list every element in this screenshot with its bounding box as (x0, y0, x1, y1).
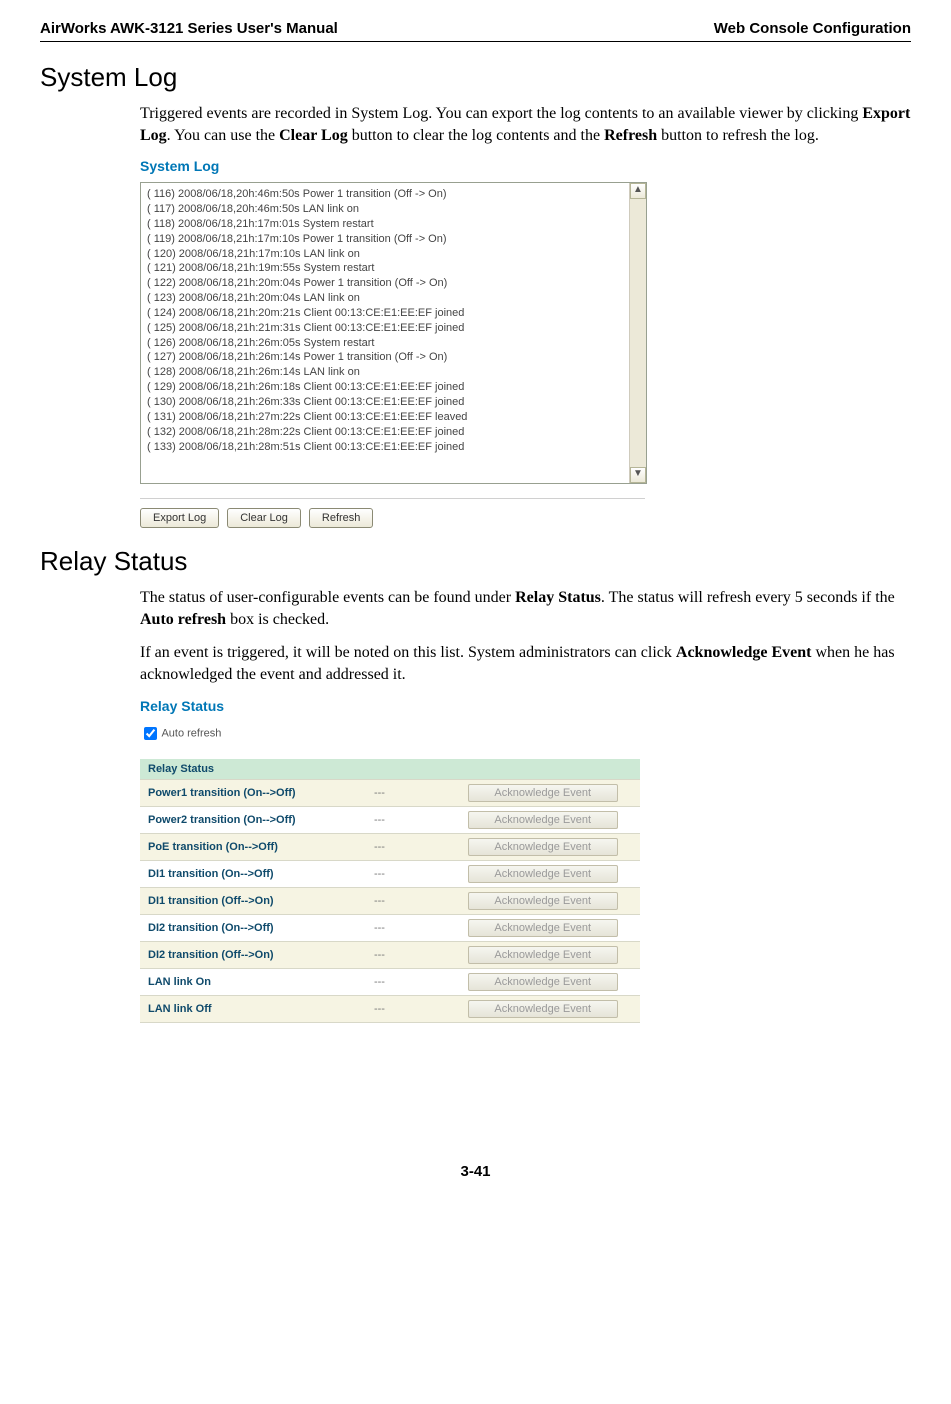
event-name: LAN link On (140, 968, 366, 995)
table-row: Power2 transition (On-->Off)--- Acknowled… (140, 806, 640, 833)
event-name: DI1 transition (Off-->On) (140, 887, 366, 914)
event-name: DI1 transition (On-->Off) (140, 860, 366, 887)
event-status: --- (366, 860, 445, 887)
panel-title-system-log: System Log (140, 158, 911, 174)
relay-table-header: Relay Status (140, 759, 640, 780)
event-name: DI2 transition (On-->Off) (140, 914, 366, 941)
ack-cell: Acknowledge Event (445, 833, 640, 860)
table-row: DI2 transition (On-->Off)--- Acknowledge … (140, 914, 640, 941)
acknowledge-event-button[interactable]: Acknowledge Event (468, 919, 618, 937)
auto-refresh-row: Auto refresh (140, 724, 911, 743)
acknowledge-event-button[interactable]: Acknowledge Event (468, 784, 618, 802)
acknowledge-event-button[interactable]: Acknowledge Event (468, 946, 618, 964)
acknowledge-event-button[interactable]: Acknowledge Event (468, 811, 618, 829)
table-row: DI1 transition (On-->Off)--- Acknowledge … (140, 860, 640, 887)
log-scrollbar[interactable]: ▲ ▼ (629, 183, 646, 483)
section-title-relay-status: Relay Status (40, 546, 911, 577)
event-status: --- (366, 806, 445, 833)
event-status: --- (366, 968, 445, 995)
ack-cell: Acknowledge Event (445, 941, 640, 968)
scroll-up-icon[interactable]: ▲ (630, 183, 646, 199)
relay-status-table: Relay Status Power1 transition (On-->Off… (140, 759, 640, 1023)
event-name: Power1 transition (On-->Off) (140, 779, 366, 806)
system-log-paragraph: Triggered events are recorded in System … (140, 103, 911, 146)
auto-refresh-label: Auto refresh (161, 727, 221, 739)
event-status: --- (366, 914, 445, 941)
ack-cell: Acknowledge Event (445, 860, 640, 887)
page-header: AirWorks AWK-3121 Series User's Manual W… (40, 20, 911, 42)
header-right: Web Console Configuration (714, 20, 911, 37)
system-log-text: ( 116) 2008/06/18,20h:46m:50s Power 1 tr… (141, 183, 629, 483)
table-row: PoE transition (On-->Off)--- Acknowledge … (140, 833, 640, 860)
table-row: LAN link On--- Acknowledge Event (140, 968, 640, 995)
event-status: --- (366, 995, 445, 1022)
acknowledge-event-button[interactable]: Acknowledge Event (468, 1000, 618, 1018)
page-number: 3-41 (40, 1163, 911, 1180)
relay-status-paragraph2: If an event is triggered, it will be not… (140, 642, 911, 685)
event-status: --- (366, 887, 445, 914)
ack-cell: Acknowledge Event (445, 995, 640, 1022)
acknowledge-event-button[interactable]: Acknowledge Event (468, 892, 618, 910)
table-row: LAN link Off--- Acknowledge Event (140, 995, 640, 1022)
system-log-box: ( 116) 2008/06/18,20h:46m:50s Power 1 tr… (140, 182, 647, 484)
panel-title-relay-status: Relay Status (140, 698, 911, 714)
clear-log-button[interactable]: Clear Log (227, 508, 301, 528)
ack-cell: Acknowledge Event (445, 779, 640, 806)
event-name: Power2 transition (On-->Off) (140, 806, 366, 833)
event-status: --- (366, 833, 445, 860)
ack-cell: Acknowledge Event (445, 806, 640, 833)
table-row: DI2 transition (Off-->On)--- Acknowledge … (140, 941, 640, 968)
table-row: Power1 transition (On-->Off)--- Acknowled… (140, 779, 640, 806)
event-name: LAN link Off (140, 995, 366, 1022)
ack-cell: Acknowledge Event (445, 887, 640, 914)
event-name: PoE transition (On-->Off) (140, 833, 366, 860)
export-log-button[interactable]: Export Log (140, 508, 219, 528)
event-status: --- (366, 941, 445, 968)
divider (140, 498, 645, 500)
acknowledge-event-button[interactable]: Acknowledge Event (468, 973, 618, 991)
acknowledge-event-button[interactable]: Acknowledge Event (468, 865, 618, 883)
ack-cell: Acknowledge Event (445, 968, 640, 995)
event-status: --- (366, 779, 445, 806)
header-left: AirWorks AWK-3121 Series User's Manual (40, 20, 338, 37)
auto-refresh-checkbox[interactable] (144, 727, 157, 740)
scroll-down-icon[interactable]: ▼ (630, 467, 646, 483)
event-name: DI2 transition (Off-->On) (140, 941, 366, 968)
table-row: DI1 transition (Off-->On)--- Acknowledge … (140, 887, 640, 914)
ack-cell: Acknowledge Event (445, 914, 640, 941)
acknowledge-event-button[interactable]: Acknowledge Event (468, 838, 618, 856)
relay-status-paragraph1: The status of user-configurable events c… (140, 587, 911, 630)
refresh-button[interactable]: Refresh (309, 508, 374, 528)
section-title-system-log: System Log (40, 62, 911, 93)
